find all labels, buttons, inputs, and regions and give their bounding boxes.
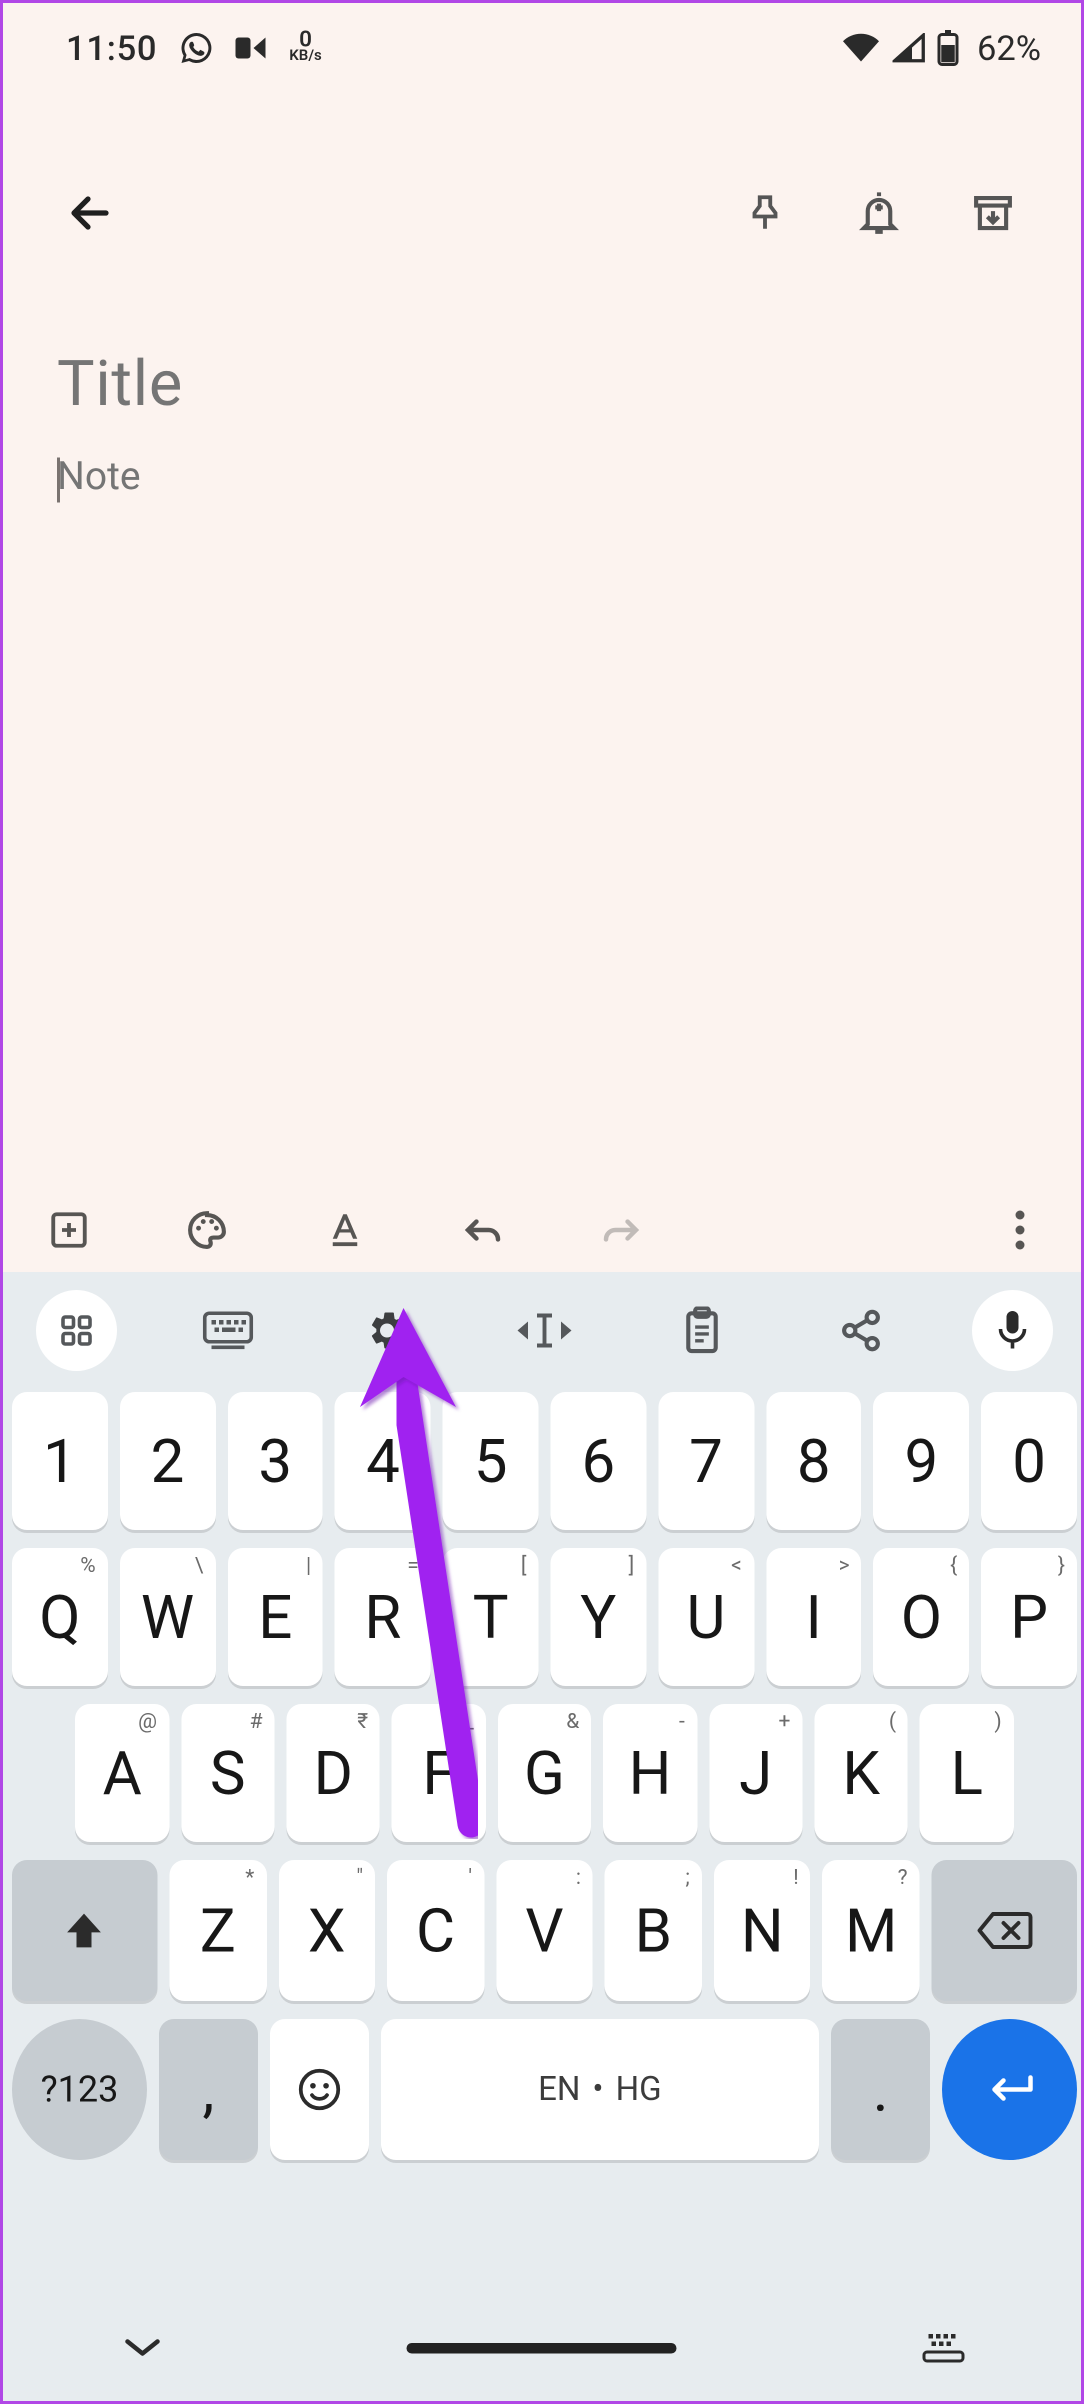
keyboard-row-bottom: ?123 , EN•HG . [12,2019,1077,2160]
title-input[interactable] [57,348,1032,422]
more-options-button[interactable] [984,1194,1056,1266]
key-l[interactable]: L) [920,1704,1014,1842]
key-t[interactable]: T[ [443,1548,539,1686]
key-j[interactable]: J+ [709,1704,803,1842]
clipboard-icon[interactable] [656,1284,749,1377]
key-q[interactable]: Q% [12,1548,108,1686]
key-2[interactable]: 2 [120,1392,216,1530]
redo-button[interactable] [585,1194,657,1266]
undo-button[interactable] [447,1194,519,1266]
key-w[interactable]: W\ [120,1548,216,1686]
nav-home-pill[interactable] [407,2342,677,2353]
keyboard-row-q: Q%W\E|R=T[Y]U<I>O{P} [12,1548,1077,1686]
apps-icon[interactable] [36,1290,117,1371]
reminder-button[interactable] [843,177,915,249]
key-s[interactable]: S# [181,1704,275,1842]
pin-button[interactable] [729,177,801,249]
data-indicator-icon [235,35,268,62]
key-0[interactable]: 0 [981,1392,1077,1530]
key-k[interactable]: K( [814,1704,908,1842]
key-7[interactable]: 7 [658,1392,754,1530]
key-d[interactable]: D₹ [287,1704,381,1842]
status-bar: 11:50 0 KB/s [3,3,1084,93]
data-speed: 0 KB/s [289,33,321,63]
key-y[interactable]: Y] [550,1548,646,1686]
key-b[interactable]: B; [605,1860,702,2001]
key-i[interactable]: I> [766,1548,862,1686]
format-button[interactable] [309,1194,381,1266]
key-1[interactable]: 1 [12,1392,108,1530]
period-key[interactable]: . [831,2019,930,2160]
key-o[interactable]: O{ [874,1548,970,1686]
app-surface: 11:50 0 KB/s [3,3,1084,1272]
symbols-key[interactable]: ?123 [12,2019,147,2160]
keyboard-toolbar [3,1272,1084,1389]
key-h[interactable]: H- [603,1704,697,1842]
wifi-icon [842,33,881,63]
mic-icon[interactable] [972,1290,1053,1371]
comma-key[interactable]: , [159,2019,258,2160]
backspace-key[interactable] [932,1860,1077,2001]
key-p[interactable]: P} [981,1548,1077,1686]
status-clock: 11:50 [66,28,157,69]
share-icon[interactable] [814,1284,907,1377]
text-select-icon[interactable] [498,1284,591,1377]
back-button[interactable] [54,177,126,249]
keyboard-row-z: Z*X"C'V:B;N!M? [12,1860,1077,2001]
key-8[interactable]: 8 [766,1392,862,1530]
whatsapp-icon [178,30,214,66]
battery-percent: 62% [977,28,1041,69]
key-e[interactable]: E| [227,1548,323,1686]
keyboard-mode-icon[interactable] [182,1284,275,1377]
app-bar [3,153,1084,273]
shift-key[interactable] [12,1860,157,2001]
system-nav-bar [3,2289,1084,2404]
emoji-key[interactable] [270,2019,369,2160]
space-key[interactable]: EN•HG [380,2019,819,2160]
key-m[interactable]: M? [823,1860,920,2001]
key-z[interactable]: Z* [169,1860,266,2001]
note-body [57,348,1032,500]
key-r[interactable]: R= [335,1548,431,1686]
keyboard-row-a: A@S#D₹F_G&H-J+K(L) [12,1704,1077,1842]
palette-button[interactable] [171,1194,243,1266]
note-toolbar [3,1188,1084,1272]
key-a[interactable]: A@ [75,1704,169,1842]
nav-keyboard-switch-icon[interactable] [921,2331,966,2364]
key-4[interactable]: 4 [335,1392,431,1530]
key-5[interactable]: 5 [443,1392,539,1530]
archive-button[interactable] [957,177,1029,249]
add-content-button[interactable] [33,1194,105,1266]
key-f[interactable]: F_ [392,1704,486,1842]
key-u[interactable]: U< [658,1548,754,1686]
text-cursor [57,458,60,503]
key-6[interactable]: 6 [550,1392,646,1530]
key-9[interactable]: 9 [874,1392,970,1530]
key-c[interactable]: C' [387,1860,484,2001]
note-input[interactable] [57,455,1032,500]
battery-icon [938,30,959,66]
key-3[interactable]: 3 [227,1392,323,1530]
signal-icon [893,33,926,63]
nav-collapse-icon[interactable] [123,2336,162,2360]
key-v[interactable]: V: [496,1860,593,2001]
settings-icon[interactable] [340,1284,433,1377]
keyboard-row-numbers: 1234567890 [12,1392,1077,1530]
key-n[interactable]: N! [714,1860,811,2001]
key-x[interactable]: X" [278,1860,375,2001]
key-g[interactable]: G& [498,1704,592,1842]
enter-key[interactable] [942,2019,1077,2160]
keyboard: 1234567890 Q%W\E|R=T[Y]U<I>O{P} A@S#D₹F_… [3,1272,1084,2404]
